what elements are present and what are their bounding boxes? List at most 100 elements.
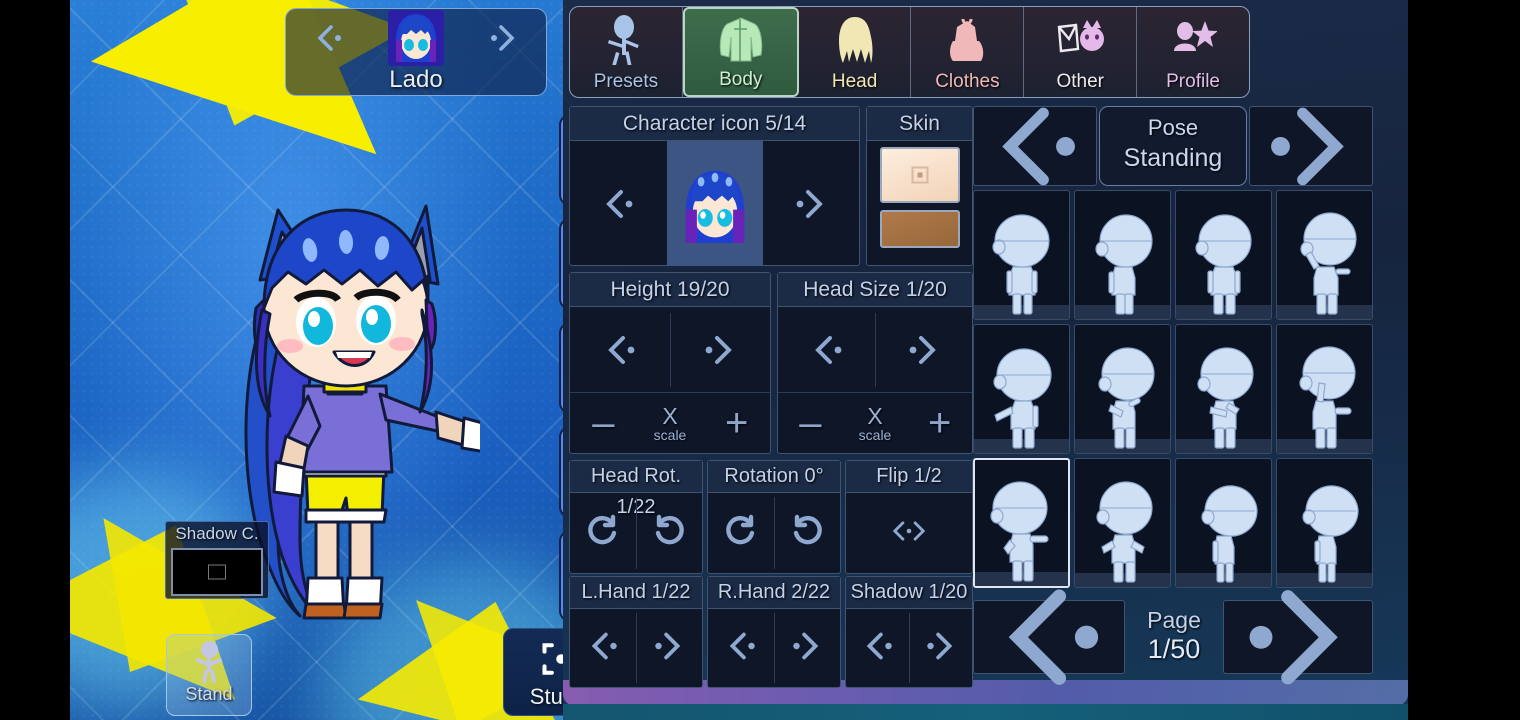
left-hand-prev-button[interactable] (570, 609, 636, 687)
pose-thumbnail[interactable] (973, 190, 1070, 320)
height-increase-button[interactable] (670, 307, 770, 393)
character-name: Lado (389, 66, 443, 93)
focus-target-icon (539, 643, 563, 685)
pose-thumbnail[interactable] (1074, 324, 1171, 454)
shadow-next-button[interactable] (909, 609, 972, 687)
skin-box: Skin (866, 106, 973, 266)
shadow-color-widget[interactable]: Shadow C. (165, 521, 269, 599)
tab-presets[interactable]: Presets (570, 7, 683, 97)
chevron-right-icon (920, 626, 962, 671)
shadow-title: Shadow 1/20 (846, 577, 972, 609)
left-hand-next-button[interactable] (636, 609, 702, 687)
pose-grid (973, 190, 1373, 588)
pose-thumbnail[interactable] (973, 324, 1070, 454)
skin-swatch-light[interactable] (879, 147, 960, 203)
skin-swatch-dark[interactable] (879, 210, 960, 248)
left-hand-box: L.Hand 1/22 (569, 576, 703, 688)
rotate-ccw-button[interactable] (774, 493, 840, 573)
skin-title: Skin (867, 107, 972, 141)
pose-thumbnail-selected[interactable] (973, 458, 1070, 588)
chevron-right-icon (648, 626, 690, 671)
rotation-title: Rotation 0° (708, 461, 840, 493)
shadow-prev-button[interactable] (846, 609, 909, 687)
flip-box: Flip 1/2 (845, 460, 973, 574)
chevron-right-icon (786, 626, 828, 671)
tab-label: Other (1056, 71, 1104, 92)
chevron-left-icon (582, 626, 624, 671)
panel-footer-bar (563, 704, 1408, 720)
rotate-cw-icon (720, 511, 762, 556)
page-label: Page (1147, 607, 1201, 633)
tab-profile[interactable]: Profile (1137, 7, 1249, 97)
tab-label: Profile (1166, 71, 1220, 92)
rotate-ccw-icon (786, 511, 828, 556)
pose-thumbnail[interactable] (1175, 190, 1272, 320)
studio-button[interactable]: Studio (503, 628, 563, 716)
hair-icon (799, 7, 911, 72)
tab-clothes[interactable]: Clothes (911, 7, 1025, 97)
rotate-cw-icon (582, 511, 624, 556)
character-icon-box: Character icon 5/14 (569, 106, 860, 266)
shadow-box: Shadow 1/20 (845, 576, 973, 688)
pose-next-button[interactable] (1249, 106, 1373, 186)
character-selector[interactable]: Lado (285, 8, 547, 96)
head-size-scale-plus-button[interactable]: + (907, 403, 972, 443)
pose-thumbnail[interactable] (1276, 324, 1373, 454)
avatar (373, 10, 460, 66)
head-size-scale-minus-button[interactable]: – (778, 403, 843, 443)
clothes-pile-icon (911, 7, 1023, 72)
character-icon-thumbnail[interactable] (666, 141, 763, 266)
rotation-box: Rotation 0° (707, 460, 841, 574)
shadow-color-label: Shadow C. (175, 524, 259, 543)
character-canvas[interactable]: Shadow C. Stand Stu (70, 0, 563, 720)
character-icon-prev-button[interactable] (570, 141, 667, 266)
head-rotate-ccw-button[interactable] (636, 493, 702, 573)
tab-body[interactable]: Body (682, 7, 799, 97)
stick-figure-icon (570, 7, 682, 72)
pose-prev-button[interactable] (973, 106, 1097, 186)
category-tabbar: Presets Body Head Clothes Other Profile (569, 6, 1250, 98)
pose-label: Pose (1147, 115, 1199, 140)
head-size-increase-button[interactable] (875, 307, 972, 393)
tab-label: Body (719, 69, 763, 90)
chevron-left-icon (720, 626, 762, 671)
head-rotation-title: Head Rot. 1/22 (570, 461, 702, 518)
tab-label: Head (831, 71, 878, 92)
profile-star-icon (1137, 7, 1249, 72)
right-hand-prev-button[interactable] (708, 609, 774, 687)
pose-thumbnail[interactable] (1175, 324, 1272, 454)
pose-thumbnail[interactable] (1175, 458, 1272, 588)
flip-button[interactable] (846, 493, 972, 573)
pose-thumbnail[interactable] (1074, 190, 1171, 320)
rotate-cw-button[interactable] (708, 493, 774, 573)
stand-button[interactable]: Stand (166, 634, 252, 716)
page-value: 1/50 (1147, 634, 1201, 664)
pose-thumbnail[interactable] (1276, 458, 1373, 588)
height-scale-label: X scale (653, 402, 687, 443)
height-scale-minus-button[interactable]: – (570, 403, 637, 443)
shadow-color-swatch[interactable] (171, 548, 263, 596)
pose-thumbnail[interactable] (1074, 458, 1171, 588)
page-next-button[interactable] (1223, 589, 1373, 685)
page-indicator: Page 1/50 (1129, 600, 1219, 674)
tab-head[interactable]: Head (799, 7, 912, 97)
height-decrease-button[interactable] (570, 307, 670, 393)
pose-display[interactable]: Pose Standing (1099, 106, 1247, 186)
tab-label: Presets (593, 71, 659, 92)
page-prev-button[interactable] (973, 589, 1125, 685)
right-hand-title: R.Hand 2/22 (708, 577, 840, 609)
next-character-button[interactable] (459, 20, 546, 56)
prev-character-button[interactable] (286, 20, 373, 56)
head-rotate-cw-button[interactable] (570, 493, 636, 573)
height-scale-plus-button[interactable]: + (703, 403, 770, 443)
head-size-box: Head Size 1/20 – X scale + (777, 272, 973, 454)
right-hand-next-button[interactable] (774, 609, 840, 687)
head-size-decrease-button[interactable] (778, 307, 875, 393)
tab-other[interactable]: Other (1024, 7, 1138, 97)
person-stand-icon (192, 641, 226, 684)
character-icon-next-button[interactable] (763, 141, 860, 266)
height-box: Height 19/20 – X scale + (569, 272, 771, 454)
rotate-ccw-icon (648, 511, 690, 556)
pose-thumbnail[interactable] (1276, 190, 1373, 320)
editor-panel: Presets Body Head Clothes Other Profile … (563, 0, 1408, 720)
